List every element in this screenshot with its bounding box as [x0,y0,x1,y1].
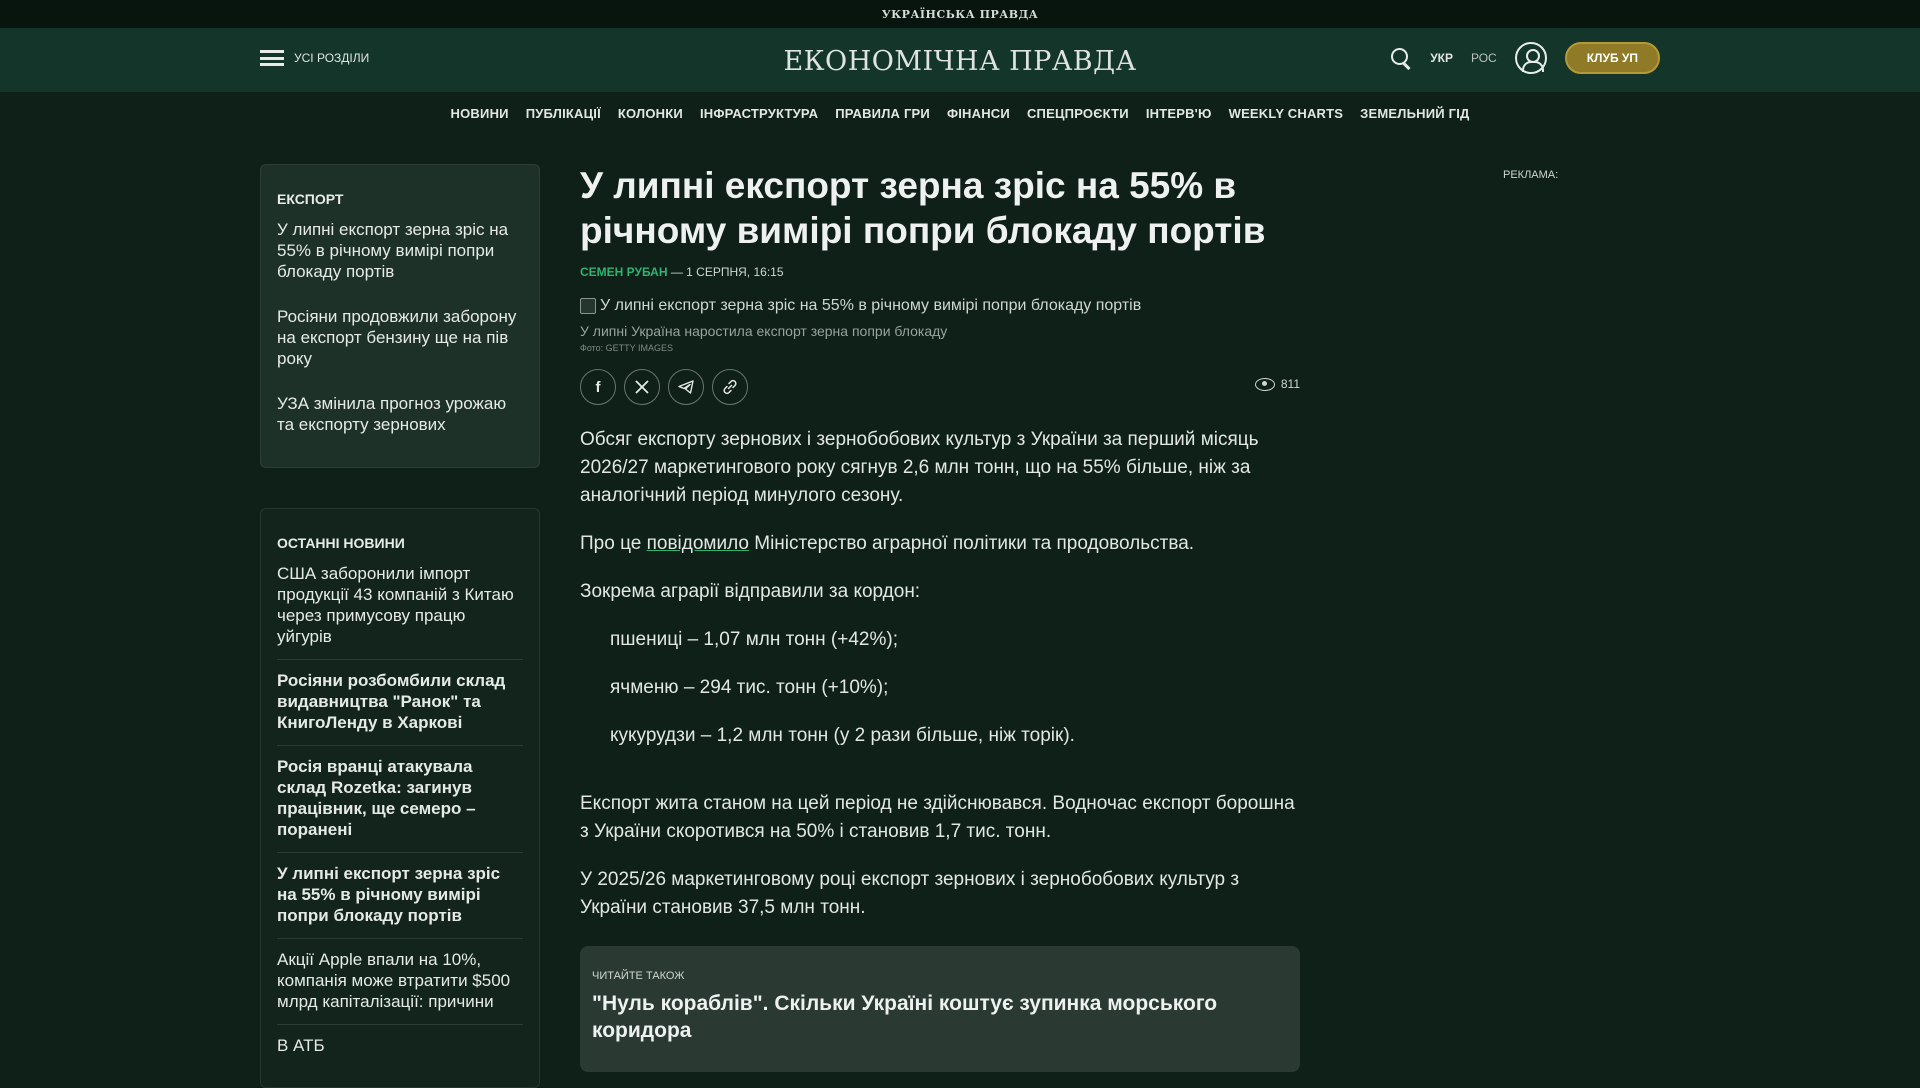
top-brand-bar: УКРАЇНСЬКА ПРАВДА [0,0,1920,28]
article-title: У липні експорт зерна зріс на 55% в річн… [580,165,1266,251]
nav-item-infrastructure[interactable]: ІНФРАСТРУКТУРА [700,106,818,121]
nav-item-specprojects[interactable]: СПЕЦПРОЄКТИ [1027,106,1129,121]
latest-news-item[interactable]: Росія вранці атакувала склад Rozetka: за… [277,746,523,853]
up-brand-link[interactable]: УКРАЇНСЬКА ПРАВДА [882,8,1038,21]
user-icon[interactable] [1514,42,1547,74]
source-link[interactable]: повідомило [647,533,749,554]
latest-news-item[interactable]: Росіяни розбомбили склад видавництва "Ра… [277,660,523,746]
article: У липні експорт зерна зріс на 55% в річн… [580,163,1300,1072]
latest-news-item[interactable]: В АТБ [277,1025,523,1068]
link-icon[interactable] [712,369,748,405]
lang-ros-link[interactable]: РОС [1471,51,1497,65]
main-nav: НОВИНИ ПУБЛІКАЦІЇ КОЛОНКИ ІНФРАСТРУКТУРА… [0,92,1920,134]
latest-news-title[interactable]: ОСТАННІ НОВИНИ [277,535,523,551]
list-item: ячменю – 294 тис. тонн (+10%); [610,677,889,698]
nav-item-rules[interactable]: ПРАВИЛА ГРИ [835,106,930,121]
club-button[interactable]: КЛУБ УП [1564,42,1660,74]
export-topic-box: ЕКСПОРТ У липні експорт зерна зріс на 55… [260,164,540,468]
author-link[interactable]: СЕМЕН РУБАН [580,265,667,279]
list-item: кукурудзи – 1,2 млн тонн (у 2 рази більш… [610,725,1075,746]
read-also-label: ЧИТАЙТЕ ТАКОЖ [592,970,685,982]
article-date: — 1 СЕРПНЯ, 16:15 [670,265,784,279]
export-item[interactable]: У липні експорт зерна зріс на 55% в річн… [277,219,523,282]
x-icon[interactable] [624,369,660,405]
read-also-title[interactable]: "Нуль кораблів". Скільки Україні коштує … [592,990,1288,1044]
nav-item-news[interactable]: НОВИНИ [451,106,509,121]
broken-image-icon [580,298,596,314]
nav-item-finance[interactable]: ФІНАНСИ [947,106,1010,121]
paragraph: Експорт жита станом на цей період не зді… [580,793,1295,842]
lang-ukr-link[interactable]: УКР [1430,51,1453,65]
image-caption: У липні Україна наростила експорт зерна … [580,323,948,339]
article-image-alt: У липні експорт зерна зріс на 55% в річн… [600,297,1142,314]
paragraph-text: Міністерство аграрної політики та продов… [748,533,1195,554]
eye-icon [1254,377,1275,391]
ad-label: РЕКЛАМА: [1503,169,1559,181]
paragraph-text: Про це [580,533,647,554]
nav-item-columns[interactable]: КОЛОНКИ [618,106,683,121]
nav-item-publications[interactable]: ПУБЛІКАЦІЇ [526,106,601,121]
paragraph: У 2025/26 маркетинговому році експорт зе… [580,869,1240,918]
views-count: 811 [1280,377,1300,391]
latest-news-item[interactable]: У липні експорт зерна зріс на 55% в річн… [277,853,523,939]
export-item[interactable]: Росіяни продовжили заборону на експорт б… [277,306,523,369]
latest-news-item[interactable]: США заборонили імпорт продукції 43 компа… [277,553,523,660]
latest-news-item[interactable]: Акції Apple впали на 10%, компанія може … [277,939,523,1025]
read-also-card[interactable]: ЧИТАЙТЕ ТАКОЖ "Нуль кораблів". Скільки У… [580,946,1300,1072]
article-image: У липні експорт зерна зріс на 55% в річн… [580,297,1300,315]
latest-news-box: ОСТАННІ НОВИНИ США заборонили імпорт про… [260,508,540,1088]
nav-item-land-guide[interactable]: ЗЕМЕЛЬНИЙ ГІД [1360,106,1469,121]
article-body: Обсяг експорту зернових і зернобобових к… [580,426,1300,1072]
paragraph: Про це повідомило Міністерство аграрної … [580,530,1300,558]
facebook-icon[interactable]: f [580,369,616,405]
paragraph: Обсяг експорту зернових і зернобобових к… [580,429,1259,506]
nav-item-weekly-charts[interactable]: WEEKLY CHARTS [1229,106,1344,121]
search-icon[interactable] [1390,47,1412,69]
photo-credit: Фото: GETTY IMAGES [580,343,674,353]
site-header: УСІ РОЗДІЛИ ЕКОНОМІЧНА ПРАВДА УКР РОС КЛ… [0,28,1920,92]
export-item[interactable]: УЗА змінила прогноз урожаю та експорту з… [277,393,523,435]
export-box-title[interactable]: ЕКСПОРТ [277,191,523,207]
header-actions: УКР РОС КЛУБ УП [1390,42,1660,74]
list-item: пшениці – 1,07 млн тонн (+42%); [610,629,898,650]
nav-item-interview[interactable]: ІНТЕРВ'Ю [1146,106,1212,121]
views-counter: 811 [1254,377,1300,391]
article-byline: СЕМЕН РУБАН — 1 СЕРПНЯ, 16:15 [580,265,1300,279]
share-bar: f 811 [580,369,1300,405]
telegram-icon[interactable] [668,369,704,405]
paragraph: Зокрема аграрії відправили за кордон: [580,581,921,602]
